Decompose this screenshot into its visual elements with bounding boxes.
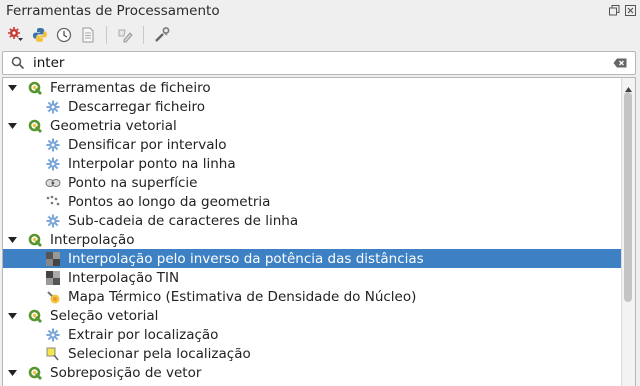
toolbar-separator	[106, 26, 107, 44]
tree-item-interpolacao-tin[interactable]: Interpolação TIN	[3, 268, 635, 287]
tree-item-label: Descarregar ficheiro	[68, 98, 206, 115]
tree-item-label: Mapa Térmico (Estimativa de Densidade do…	[68, 288, 417, 305]
history-icon[interactable]	[54, 25, 74, 45]
tree-item-label: Interpolação TIN	[68, 269, 180, 286]
qgis-logo-icon	[27, 80, 43, 96]
algorithm-gear-icon	[45, 213, 61, 229]
tree-group-label: Interpolação	[50, 231, 135, 248]
collapse-arrow-icon[interactable]	[5, 230, 19, 249]
tree-group-label: Geometria vetorial	[50, 117, 177, 134]
search-box	[2, 51, 636, 75]
collapse-arrow-icon[interactable]	[5, 78, 19, 97]
tree-item-pontos-ao-longo-da-geometria[interactable]: Pontos ao longo da geometria	[3, 192, 635, 211]
vertical-scrollbar[interactable]	[621, 78, 635, 386]
tree-item-label: Selecionar pela localização	[68, 345, 251, 362]
tree-item-extrair-por-localizacao[interactable]: Extrair por localização	[3, 325, 635, 344]
tree-group-sobreposicao-de-vetor[interactable]: Sobreposição de vetor	[3, 363, 635, 382]
qgis-logo-icon	[27, 232, 43, 248]
tree-item-mapa-termico[interactable]: Mapa Térmico (Estimativa de Densidade do…	[3, 287, 635, 306]
qgis-logo-icon	[27, 365, 43, 381]
tree-group-label: Seleção vetorial	[50, 307, 159, 324]
heatmap-icon	[45, 289, 61, 305]
tree-group-ferramentas-de-ficheiro[interactable]: Ferramentas de ficheiro	[3, 78, 635, 97]
models-icon[interactable]	[6, 25, 26, 45]
results-viewer-icon[interactable]	[78, 25, 98, 45]
toolbar-separator	[143, 26, 144, 44]
tree-item-label: Extrair por localização	[68, 326, 219, 343]
raster-interpolation-icon	[45, 251, 61, 267]
close-panel-icon[interactable]	[624, 4, 636, 16]
tree-group-geometria-vetorial[interactable]: Geometria vetorial	[3, 116, 635, 135]
tree-item-label: Pontos ao longo da geometria	[68, 193, 271, 210]
algorithm-gear-icon	[45, 99, 61, 115]
algorithm-gear-icon	[45, 327, 61, 343]
search-icon	[9, 54, 27, 72]
collapse-arrow-icon[interactable]	[5, 116, 19, 135]
raster-interpolation-icon	[45, 270, 61, 286]
edit-features-icon[interactable]	[115, 25, 135, 45]
python-icon[interactable]	[30, 25, 50, 45]
tree-item-selecionar-pela-localizacao[interactable]: Selecionar pela localização	[3, 344, 635, 363]
algorithm-gear-icon	[45, 137, 61, 153]
tree-group-interpolacao[interactable]: Interpolação	[3, 230, 635, 249]
options-icon[interactable]	[152, 25, 172, 45]
tree-item-interpolar-ponto-na-linha[interactable]: Interpolar ponto na linha	[3, 154, 635, 173]
tree-item-idw-interpolation[interactable]: Interpolação pelo inverso da potência da…	[3, 249, 621, 268]
tree-group-selecao-vetorial[interactable]: Seleção vetorial	[3, 306, 635, 325]
tree-item-label: Densificar por intervalo	[68, 136, 227, 153]
panel-titlebar: Ferramentas de Processamento	[0, 0, 640, 22]
collapse-arrow-icon[interactable]	[5, 306, 19, 325]
tree-group-label: Sobreposição de vetor	[50, 364, 202, 381]
collapse-arrow-icon[interactable]	[5, 363, 19, 382]
tree-item-densificar-por-intervalo[interactable]: Densificar por intervalo	[3, 135, 635, 154]
tree-item-label: Ponto na superfície	[68, 174, 198, 191]
tree-item-ponto-na-superficie[interactable]: Ponto na superfície	[3, 173, 635, 192]
panel-title: Ferramentas de Processamento	[6, 3, 220, 19]
toolbar	[0, 22, 640, 48]
point-on-surface-icon	[45, 175, 61, 191]
search-input[interactable]	[27, 53, 611, 73]
qgis-logo-icon	[27, 308, 43, 324]
tree-item-label: Sub-cadeia de caracteres de linha	[68, 212, 299, 229]
tree-item-label: Interpolação pelo inverso da potência da…	[68, 250, 424, 267]
scrollbar-thumb[interactable]	[624, 92, 632, 302]
points-along-line-icon	[45, 194, 61, 210]
tree-item-label: Interpolar ponto na linha	[68, 155, 236, 172]
tree-item-descarregar-ficheiro[interactable]: Descarregar ficheiro	[3, 97, 635, 116]
processing-tree: Ferramentas de ficheiro Descarregar fich…	[2, 77, 636, 386]
algorithm-gear-icon	[45, 156, 61, 172]
tree-group-label: Ferramentas de ficheiro	[50, 79, 211, 96]
select-by-location-icon	[45, 346, 61, 362]
float-panel-icon[interactable]	[608, 4, 620, 16]
qgis-logo-icon	[27, 118, 43, 134]
clear-search-icon[interactable]	[611, 54, 629, 72]
tree-item-sub-cadeia-de-caracteres-de-linha[interactable]: Sub-cadeia de caracteres de linha	[3, 211, 635, 230]
